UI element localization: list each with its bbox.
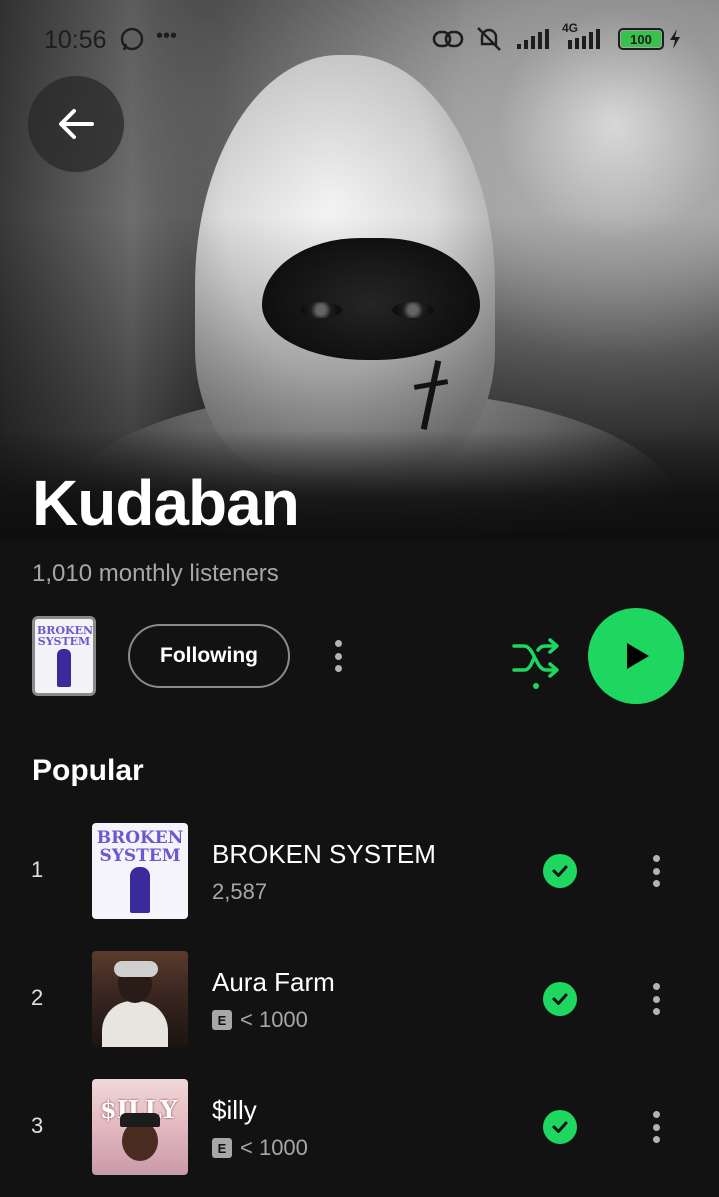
saved-check-button[interactable]: [543, 982, 577, 1016]
artist-name: Kudaban: [32, 467, 300, 539]
whatsapp-icon: [120, 27, 144, 51]
check-icon: [552, 993, 568, 1005]
play-button[interactable]: [588, 608, 684, 704]
mini-cover-text: BROKEN SYSTEM: [37, 624, 94, 648]
check-icon: [552, 865, 568, 877]
dot: [652, 880, 660, 887]
charging-icon: [670, 29, 680, 49]
mini-cover-figure: [57, 649, 71, 687]
following-button[interactable]: Following: [128, 624, 290, 688]
signal-icon-2: [568, 29, 600, 49]
status-bar: 10:56 ••• 4G 100: [0, 0, 719, 80]
play-count-value: 2,587: [212, 879, 268, 904]
track-rank: 2: [31, 985, 44, 1010]
track-cover-art: $ILLY: [92, 1079, 188, 1175]
track-row[interactable]: 1 BROKEN SYSTEM BROKEN SYSTEM 2,587: [0, 823, 719, 919]
track-play-count: E < 1000: [212, 1135, 308, 1161]
track-title: $illy: [212, 1095, 257, 1125]
mini-cover-art: BROKEN SYSTEM: [35, 619, 93, 693]
dot: [652, 1111, 660, 1118]
battery-icon: 100: [618, 28, 664, 50]
track-play-count: E < 1000: [212, 1007, 308, 1033]
artist-more-options-button[interactable]: [328, 636, 348, 676]
dot: [652, 995, 660, 1003]
explicit-badge: E: [212, 1010, 232, 1030]
track-cover-art: BROKEN SYSTEM: [92, 823, 188, 919]
more-notifications-icon: •••: [156, 25, 178, 47]
play-count-value: < 1000: [240, 1135, 308, 1160]
dot: [652, 855, 660, 862]
saved-check-button[interactable]: [543, 1110, 577, 1144]
dot: [334, 652, 342, 660]
cover-figure-face: [122, 1121, 158, 1161]
explicit-badge: E: [212, 1138, 232, 1158]
dot: [652, 867, 660, 875]
dot: [652, 983, 660, 990]
shuffle-button[interactable]: [508, 632, 566, 692]
cover-figure-hat: [120, 1113, 160, 1127]
dot: [652, 1123, 660, 1131]
track-row[interactable]: 2 Aura Farm E < 1000: [0, 951, 719, 1047]
popular-section-title: Popular: [32, 754, 144, 787]
track-rank: 3: [31, 1113, 44, 1138]
cover-figure: [130, 867, 150, 913]
link-icon: [432, 30, 464, 48]
arrow-left-icon: [59, 109, 94, 139]
track-cover-art: [92, 951, 188, 1047]
track-title: Aura Farm: [212, 967, 335, 997]
dot: [334, 665, 342, 672]
play-count-value: < 1000: [240, 1007, 308, 1032]
cover-figure-body: [102, 1001, 168, 1047]
shuffle-icon: [512, 638, 559, 689]
check-icon: [552, 1121, 568, 1133]
saved-check-button[interactable]: [543, 854, 577, 888]
track-more-options-button[interactable]: [646, 851, 666, 891]
header-shade: [0, 0, 719, 540]
track-more-options-button[interactable]: [646, 1107, 666, 1147]
track-row[interactable]: 3 $ILLY $illy E < 1000: [0, 1079, 719, 1175]
monthly-listeners: 1,010 monthly listeners: [32, 560, 279, 587]
back-button[interactable]: [28, 76, 124, 172]
play-icon: [627, 643, 649, 669]
signal-icon-1: [517, 29, 549, 49]
battery-level: 100: [621, 31, 661, 47]
dot: [652, 1008, 660, 1015]
muted-bell-icon: [477, 27, 501, 51]
track-rank: 1: [31, 857, 44, 882]
cover-art-text: BROKEN SYSTEM: [96, 828, 184, 866]
status-time: 10:56: [44, 26, 107, 54]
track-title: BROKEN SYSTEM: [212, 839, 436, 869]
dot: [652, 1136, 660, 1143]
track-more-options-button[interactable]: [646, 979, 666, 1019]
artist-header-image: [0, 0, 719, 540]
track-play-count: 2,587: [212, 879, 267, 905]
cover-figure-bandana: [114, 961, 158, 977]
dot: [334, 640, 342, 647]
artist-pick-thumbnail[interactable]: BROKEN SYSTEM: [32, 616, 96, 696]
